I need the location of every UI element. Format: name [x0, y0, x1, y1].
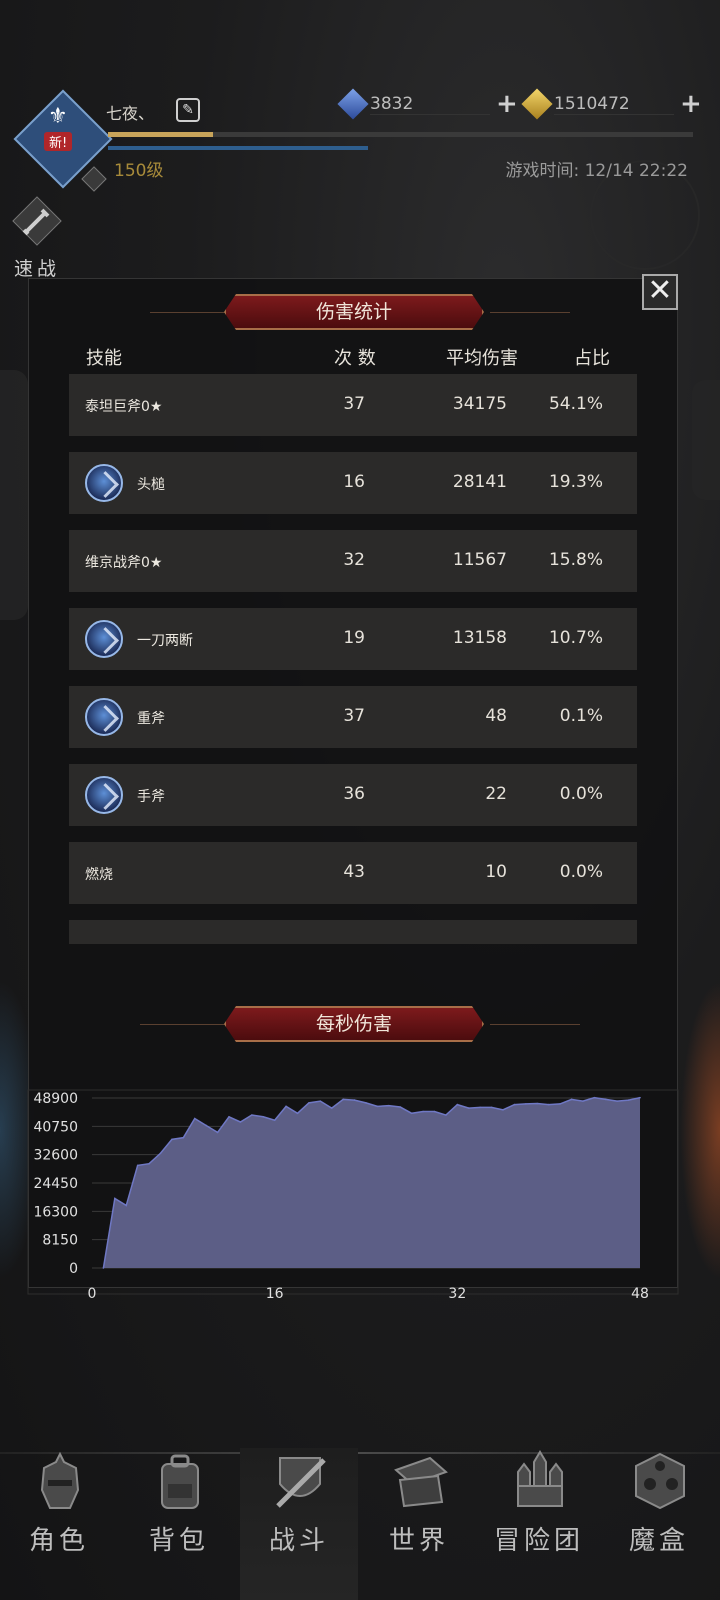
nav-tab[interactable]: 魔盒	[600, 1448, 718, 1600]
avg-damage: 28141	[452, 472, 507, 492]
shield-sword-icon	[276, 1457, 326, 1508]
skill-name: 头槌	[137, 477, 165, 493]
dps-rule-left	[140, 1024, 230, 1025]
map-scroll-icon	[394, 1456, 448, 1508]
add-gold-button[interactable]: +	[680, 91, 702, 117]
background-side-panel-left	[0, 370, 28, 620]
damage-ratio: 0.0%	[559, 784, 603, 804]
skill-name: 泰坦巨斧0★	[85, 399, 163, 415]
player-name: 七夜、	[106, 104, 155, 123]
damage-ratio: 54.1%	[548, 394, 603, 414]
skill-name: 一刀两断	[137, 633, 193, 649]
skill-name: 手斧	[137, 789, 165, 805]
nav-tab-label: 战斗	[268, 1526, 329, 1556]
backpack-icon	[161, 1454, 199, 1509]
damage-ratio: 15.8%	[548, 550, 603, 570]
skill-name: 重斧	[137, 711, 165, 727]
list-item: 泰坦巨斧0★ 37 34175 54.1%	[69, 374, 637, 436]
list-item: 重斧 37 48 0.1%	[69, 686, 637, 748]
damage-ratio: 0.0%	[559, 862, 603, 882]
avg-damage: 10	[485, 862, 507, 882]
avg-damage: 34175	[452, 394, 507, 414]
headbutt-skill-icon	[85, 464, 123, 502]
avg-damage: 11567	[452, 550, 507, 570]
nav-tab[interactable]: 冒险团	[480, 1448, 598, 1600]
damage-ratio: 19.3%	[548, 472, 603, 492]
avg-damage: 48	[485, 706, 507, 726]
blue-gem-icon	[337, 88, 369, 120]
avg-damage: 22	[485, 784, 507, 804]
gold-amount: 1510472	[554, 94, 674, 115]
heavy-axe-skill-icon	[85, 698, 123, 736]
gem-currency: 3832 +	[337, 88, 518, 120]
list-item: 一刀两断 19 13158 10.7%	[69, 608, 637, 670]
secondary-bar	[108, 146, 368, 150]
hit-count: 36	[343, 784, 365, 804]
avg-damage: 13158	[452, 628, 507, 648]
add-gems-button[interactable]: +	[496, 91, 518, 117]
nav-tab[interactable]: 角色	[0, 1448, 118, 1600]
nav-tab-label: 背包	[148, 1526, 209, 1556]
background-glow-right	[680, 980, 720, 1280]
list-item-partial	[69, 920, 637, 944]
damage-ratio: 0.1%	[559, 706, 603, 726]
hit-count: 19	[343, 628, 365, 648]
cleave-skill-icon	[85, 620, 123, 658]
quick-battle-label[interactable]: 速战	[14, 254, 60, 281]
avatar-emblem-icon: ⚜	[48, 104, 68, 129]
nav-tab-label: 魔盒	[628, 1526, 689, 1556]
xp-bar	[108, 132, 693, 137]
hand-axe-skill-icon	[85, 776, 123, 814]
hit-count: 16	[343, 472, 365, 492]
damage-list[interactable]: 泰坦巨斧0★ 37 34175 54.1% 头槌 16 28141 19.3% …	[69, 374, 639, 944]
nav-tab[interactable]: 战斗	[240, 1448, 358, 1600]
hit-count: 43	[343, 862, 365, 882]
sword-icon[interactable]	[12, 196, 62, 246]
skill-name: 维京战斧0★	[85, 555, 163, 571]
column-header-ratio: 占比	[574, 348, 610, 369]
hit-count: 32	[343, 550, 365, 570]
new-badge: 新!	[44, 132, 73, 151]
gem-amount: 3832	[370, 94, 490, 115]
dps-title: 每秒伤害	[224, 1006, 484, 1042]
skill-name: 燃烧	[85, 867, 113, 883]
list-item: 燃烧 43 10 0.0%	[69, 842, 637, 904]
list-item: 维京战斧0★ 32 11567 15.8%	[69, 530, 637, 592]
game-time: 游戏时间: 12/14 22:22	[505, 161, 688, 181]
column-header-count: 次 数	[334, 348, 376, 369]
knight-helmet-icon	[40, 1451, 80, 1509]
damage-stats-title: 伤害统计	[224, 294, 484, 330]
xp-bar-fill	[108, 132, 214, 137]
nav-tab-label: 世界	[388, 1526, 449, 1556]
nav-tab[interactable]: 背包	[120, 1448, 238, 1600]
nav-tab-label: 冒险团	[493, 1526, 584, 1556]
banner-rule-right	[490, 312, 570, 313]
column-header-skill: 技能	[86, 348, 122, 369]
nav-tab[interactable]: 世界	[360, 1448, 478, 1600]
hit-count: 37	[343, 706, 365, 726]
background-side-panel-right	[692, 380, 720, 500]
banner-rule-left	[150, 312, 230, 313]
magic-cube-icon	[635, 1452, 685, 1510]
dps-rule-right	[490, 1024, 580, 1025]
castle-icon	[517, 1450, 563, 1507]
list-item: 手斧 36 22 0.0%	[69, 764, 637, 826]
list-item: 头槌 16 28141 19.3%	[69, 452, 637, 514]
edit-name-icon[interactable]: ✎	[176, 98, 200, 122]
gold-gem-icon	[521, 88, 553, 120]
close-icon[interactable]: ✕	[642, 274, 678, 310]
hit-count: 37	[343, 394, 365, 414]
gold-currency: 1510472 +	[521, 88, 702, 120]
nav-tab-label: 角色	[28, 1526, 89, 1556]
damage-ratio: 10.7%	[548, 628, 603, 648]
column-header-avg-damage: 平均伤害	[446, 348, 518, 369]
player-level: 150级	[114, 161, 164, 181]
